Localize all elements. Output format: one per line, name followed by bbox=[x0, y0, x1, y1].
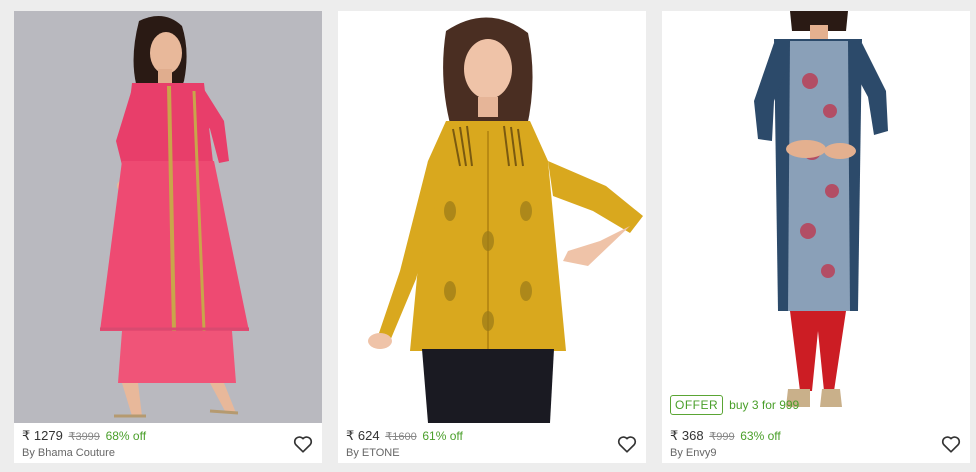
selling-price: 368 bbox=[681, 428, 704, 443]
brand-name: By ETONE bbox=[346, 447, 400, 459]
product-card[interactable]: ₹ 624 ₹1600 61% off By ETONE bbox=[338, 11, 646, 463]
product-card[interactable]: OFFER buy 3 for 999 ₹ 368 ₹999 63% off B… bbox=[662, 11, 970, 463]
brand-name: By Envy9 bbox=[670, 447, 717, 459]
product-info: ₹ 624 ₹1600 61% off By ETONE bbox=[338, 423, 646, 463]
product-card[interactable]: ₹ 1279 ₹3999 68% off By Bhama Couture bbox=[14, 11, 322, 463]
original-price: ₹1600 bbox=[385, 431, 417, 443]
heart-outline-icon[interactable] bbox=[292, 433, 314, 455]
selling-price: 624 bbox=[357, 428, 380, 443]
price-row: ₹ 1279 ₹3999 68% off bbox=[22, 428, 146, 444]
discount-label: 63% off bbox=[740, 429, 781, 443]
offer-text: buy 3 for 999 bbox=[729, 398, 800, 412]
product-image[interactable] bbox=[662, 11, 970, 423]
price-currency: ₹ bbox=[346, 428, 355, 443]
heart-outline-icon[interactable] bbox=[940, 433, 962, 455]
discount-label: 61% off bbox=[422, 429, 463, 443]
product-image[interactable] bbox=[338, 11, 646, 423]
price-currency: ₹ bbox=[670, 428, 679, 443]
original-price: ₹3999 bbox=[68, 431, 100, 443]
price-row: ₹ 624 ₹1600 61% off bbox=[346, 428, 463, 444]
product-info: ₹ 368 ₹999 63% off By Envy9 bbox=[662, 423, 970, 463]
product-info: ₹ 1279 ₹3999 68% off By Bhama Couture bbox=[14, 423, 322, 463]
price-row: ₹ 368 ₹999 63% off bbox=[670, 428, 781, 444]
price-currency: ₹ bbox=[22, 428, 31, 443]
heart-outline-icon[interactable] bbox=[616, 433, 638, 455]
selling-price: 1279 bbox=[33, 428, 63, 443]
discount-label: 68% off bbox=[105, 429, 147, 443]
brand-name: By Bhama Couture bbox=[22, 447, 115, 459]
product-image[interactable] bbox=[14, 11, 322, 423]
offer-banner: OFFER buy 3 for 999 bbox=[670, 395, 799, 415]
offer-badge: OFFER bbox=[670, 395, 724, 415]
original-price: ₹999 bbox=[709, 431, 735, 443]
